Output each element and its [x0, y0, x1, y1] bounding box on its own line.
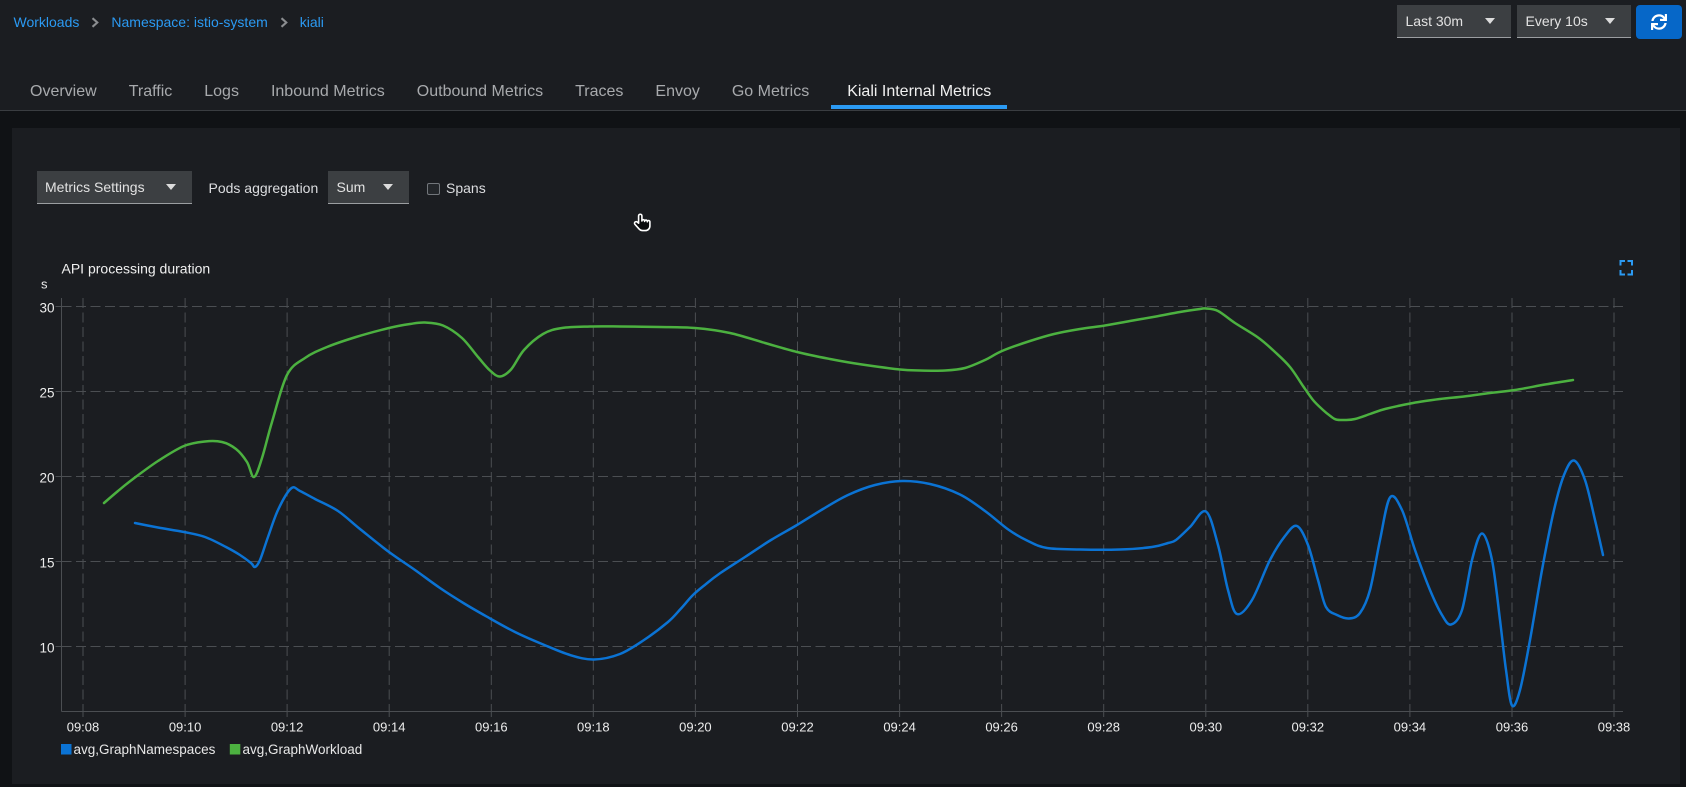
svg-text:09:32: 09:32: [1292, 720, 1325, 735]
svg-text:09:24: 09:24: [883, 720, 916, 735]
svg-text:09:28: 09:28: [1087, 720, 1120, 735]
svg-text:09:20: 09:20: [679, 720, 712, 735]
svg-text:09:18: 09:18: [577, 720, 610, 735]
svg-text:avg,GraphNamespaces: avg,GraphNamespaces: [74, 742, 216, 757]
svg-text:09:38: 09:38: [1598, 720, 1631, 735]
svg-text:s: s: [41, 277, 48, 292]
svg-text:10: 10: [39, 641, 54, 656]
svg-text:15: 15: [39, 556, 54, 571]
svg-text:09:36: 09:36: [1496, 720, 1529, 735]
svg-text:30: 30: [39, 301, 54, 316]
svg-text:09:14: 09:14: [373, 720, 406, 735]
svg-text:09:22: 09:22: [781, 720, 814, 735]
svg-text:09:10: 09:10: [169, 720, 202, 735]
svg-text:09:12: 09:12: [271, 720, 304, 735]
svg-text:25: 25: [39, 386, 54, 401]
svg-text:09:08: 09:08: [67, 720, 100, 735]
svg-text:09:34: 09:34: [1394, 720, 1427, 735]
svg-text:API processing duration: API processing duration: [62, 261, 211, 277]
svg-text:09:16: 09:16: [475, 720, 508, 735]
svg-text:09:26: 09:26: [985, 720, 1018, 735]
svg-text:20: 20: [39, 471, 54, 486]
svg-text:09:30: 09:30: [1190, 720, 1223, 735]
svg-text:avg,GraphWorkload: avg,GraphWorkload: [243, 742, 363, 757]
